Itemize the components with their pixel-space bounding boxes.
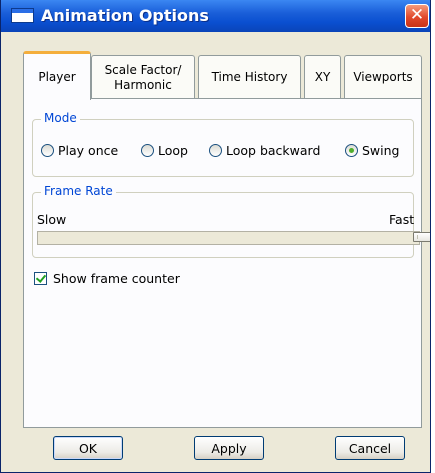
close-button[interactable]: ✕ <box>405 4 429 28</box>
window-icon <box>11 8 34 23</box>
radio-label: Play once <box>58 143 119 158</box>
tab-label: Scale Factor/ Harmonic <box>104 62 182 92</box>
tab-time-history[interactable]: Time History <box>198 55 301 99</box>
cancel-button[interactable]: Cancel <box>335 436 405 460</box>
mode-group: Mode Play once Loop Loop backward Swing <box>32 111 414 177</box>
slider-max-label: Fast <box>389 212 415 227</box>
apply-button[interactable]: Apply <box>194 436 264 460</box>
radio-label: Swing <box>362 143 400 158</box>
checkbox-indicator-checked <box>34 272 47 285</box>
radio-label: Loop <box>158 143 188 158</box>
radio-swing[interactable]: Swing <box>345 143 400 158</box>
radio-play-once[interactable]: Play once <box>41 143 118 158</box>
frame-rate-group-title: Frame Rate <box>41 184 116 198</box>
frame-rate-slider-thumb[interactable] <box>413 232 430 242</box>
tab-label: XY <box>314 70 331 84</box>
tab-xy[interactable]: XY <box>304 55 341 99</box>
frame-rate-slider-track[interactable] <box>37 231 420 245</box>
radio-indicator-selected <box>345 144 358 157</box>
show-frame-counter-checkbox[interactable]: Show frame counter <box>34 271 180 286</box>
tab-label: Time History <box>211 70 288 84</box>
radio-loop-backward[interactable]: Loop backward <box>209 143 320 158</box>
slider-min-label: Slow <box>37 212 67 227</box>
tab-label: Viewports <box>353 70 413 84</box>
tab-viewports[interactable]: Viewports <box>344 55 422 99</box>
radio-indicator <box>209 144 222 157</box>
mode-group-title: Mode <box>41 111 80 125</box>
title-bar[interactable]: Animation Options ✕ <box>1 0 430 32</box>
checkbox-label: Show frame counter <box>53 271 180 286</box>
radio-loop[interactable]: Loop <box>141 143 188 158</box>
tab-scale-factor-harmonic[interactable]: Scale Factor/ Harmonic <box>91 55 195 99</box>
animation-options-dialog: Animation Options ✕ Player Scale Factor/… <box>0 0 431 473</box>
radio-label: Loop backward <box>226 143 321 158</box>
player-tab-panel: Mode Play once Loop Loop backward Swing … <box>23 98 422 428</box>
tab-player[interactable]: Player <box>23 51 91 100</box>
frame-rate-group: Frame Rate <box>32 184 414 258</box>
ok-button[interactable]: OK <box>53 436 123 460</box>
tab-label: Player <box>38 69 76 84</box>
radio-indicator <box>141 144 154 157</box>
radio-indicator <box>41 144 54 157</box>
dialog-title: Animation Options <box>41 6 209 25</box>
